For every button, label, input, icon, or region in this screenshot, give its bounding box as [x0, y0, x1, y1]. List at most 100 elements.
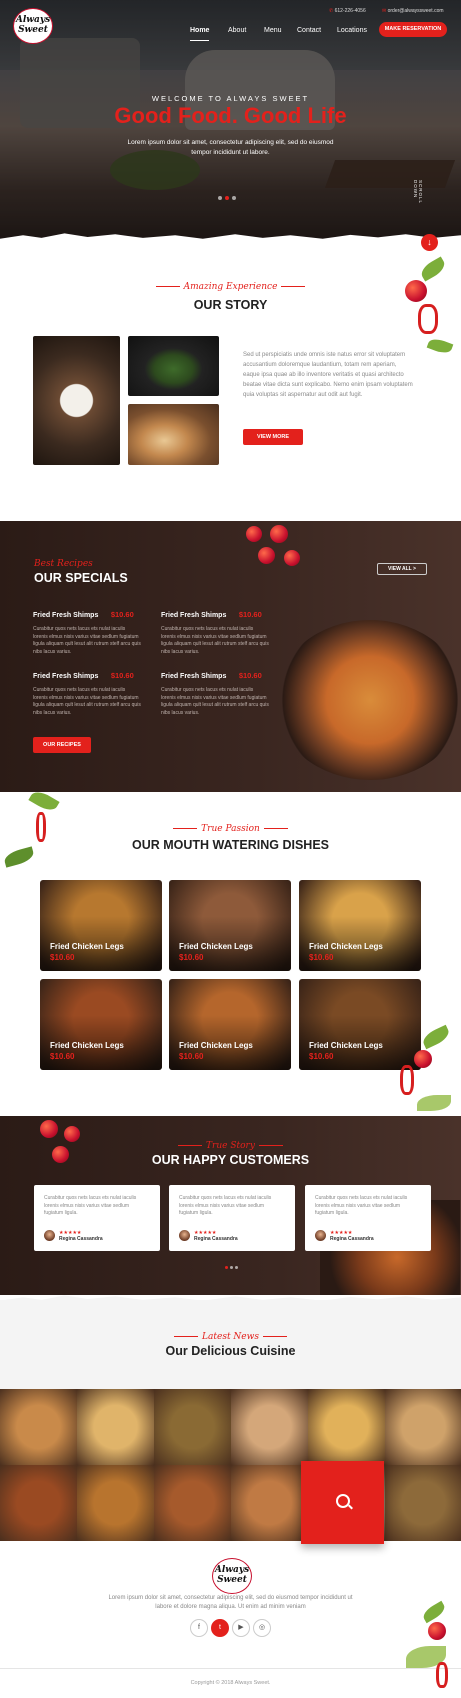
- gallery-tile[interactable]: [77, 1465, 154, 1541]
- reviewer-name: Regina Cassandra: [194, 1236, 238, 1242]
- dish-price: $10.60: [50, 953, 75, 962]
- dishes-script-heading: True Passion: [0, 824, 461, 834]
- gallery-tile[interactable]: [77, 1389, 154, 1465]
- tomato-slice: [428, 1622, 446, 1640]
- hero-dot-3[interactable]: [232, 196, 236, 200]
- make-reservation-button[interactable]: MAKE RESERVATION: [379, 22, 447, 37]
- copyright: Copyright © 2018 Always Sweet.: [190, 1680, 271, 1686]
- dish-card[interactable]: Fried Chicken Legs $10.60: [40, 979, 162, 1070]
- youtube-icon[interactable]: ▶: [232, 1619, 250, 1637]
- review-card: Curabitur quos nets lacus ets nulat iacu…: [169, 1185, 295, 1251]
- avatar: [179, 1230, 190, 1241]
- dish-name: Fried Chicken Legs: [179, 942, 253, 951]
- gallery-tile[interactable]: [385, 1465, 461, 1541]
- footer-logo[interactable]: Always Sweet: [212, 1558, 252, 1594]
- tomato-1: [246, 526, 262, 542]
- dish-price: $10.60: [50, 1052, 75, 1061]
- our-recipes-button[interactable]: OUR RECIPES: [33, 737, 91, 753]
- customers-script-heading: True Story: [0, 1141, 461, 1151]
- gallery-tile[interactable]: [231, 1389, 308, 1465]
- cuisine-title: Our Delicious Cuisine: [165, 1344, 296, 1358]
- hero-subtitle: Lorem ipsum dolor sit amet, consectetur …: [127, 139, 334, 156]
- nav-menu[interactable]: Menu: [264, 27, 282, 34]
- instagram-icon[interactable]: ◎: [253, 1619, 271, 1637]
- special-price: $10.60: [110, 610, 134, 619]
- gallery-tile[interactable]: [154, 1389, 231, 1465]
- special-desc: Curabitur quos nets lacus ets nulat iacu…: [33, 626, 141, 655]
- gallery-tile[interactable]: [154, 1465, 231, 1541]
- pepper-ring: [436, 1662, 448, 1688]
- gallery-tile[interactable]: [231, 1465, 308, 1541]
- facebook-icon[interactable]: f: [190, 1619, 208, 1637]
- special-name: Fried Fresh Shimps: [161, 673, 227, 680]
- special-desc: Curabitur quos nets lacus ets nulat iacu…: [33, 687, 141, 716]
- dish-price: $10.60: [309, 953, 334, 962]
- review-text: Curabitur quos nets lacus ets nulat iacu…: [179, 1195, 272, 1216]
- dish-name: Fried Chicken Legs: [50, 1041, 124, 1050]
- hero-dot-1[interactable]: [218, 196, 222, 200]
- view-all-button[interactable]: VIEW ALL >: [377, 563, 427, 575]
- pepper-ring: [400, 1065, 414, 1095]
- scroll-down-button[interactable]: ↓: [421, 234, 438, 251]
- tomato-4: [284, 550, 300, 566]
- dish-card[interactable]: Fried Chicken Legs $10.60: [169, 979, 291, 1070]
- twitter-icon[interactable]: t: [211, 1619, 229, 1637]
- dish-card[interactable]: Fried Chicken Legs $10.60: [299, 880, 421, 971]
- basil-leaf: [420, 1600, 448, 1624]
- gallery-search-tile[interactable]: [301, 1461, 384, 1544]
- special-price: $10.60: [110, 671, 134, 680]
- basil-leaf: [28, 787, 60, 815]
- nav-locations[interactable]: Locations: [337, 27, 367, 34]
- hero-title: Good Food. Good Life: [114, 103, 347, 128]
- special-item: Fried Fresh Shimps $10.60 Curabitur quos…: [33, 604, 141, 656]
- reviewer-name: Regina Cassandra: [330, 1236, 374, 1242]
- vegetable-decoration-footer: [400, 1600, 460, 1696]
- specials-title: OUR SPECIALS: [34, 571, 128, 585]
- special-item: Fried Fresh Shimps $10.60 Curabitur quos…: [33, 665, 141, 717]
- review-card: Curabitur quos nets lacus ets nulat iacu…: [34, 1185, 160, 1251]
- story-title: OUR STORY: [193, 298, 268, 312]
- dishes-title: OUR MOUTH WATERING DISHES: [132, 838, 329, 852]
- customers-title: OUR HAPPY CUSTOMERS: [151, 1153, 310, 1167]
- nav-about[interactable]: About: [228, 27, 246, 34]
- tomato-2: [270, 525, 288, 543]
- logo-line2: Sweet: [18, 25, 48, 35]
- phone-icon: ✆: [329, 8, 334, 14]
- dish-name: Fried Chicken Legs: [179, 1041, 253, 1050]
- search-icon: [336, 1494, 350, 1508]
- customers-dot-1[interactable]: [225, 1266, 228, 1269]
- review-card: Curabitur quos nets lacus ets nulat iacu…: [305, 1185, 431, 1251]
- customers-dot-3[interactable]: [235, 1266, 238, 1269]
- dish-card[interactable]: Fried Chicken Legs $10.60: [169, 880, 291, 971]
- special-item: Fried Fresh Shimps $10.60 Curabitur quos…: [161, 665, 269, 717]
- logo-line2: Sweet: [217, 1575, 247, 1585]
- dish-name: Fried Chicken Legs: [309, 942, 383, 951]
- nav-contact[interactable]: Contact: [297, 27, 321, 34]
- customers-dot-2[interactable]: [230, 1266, 233, 1269]
- special-price: $10.60: [238, 671, 262, 680]
- special-name: Fried Fresh Shimps: [33, 673, 99, 680]
- gallery-tile[interactable]: [0, 1465, 77, 1541]
- dish-name: Fried Chicken Legs: [50, 942, 124, 951]
- nav-home[interactable]: Home: [190, 27, 210, 41]
- hero-welcome: WELCOME TO ALWAYS SWEET: [151, 94, 310, 103]
- special-name: Fried Fresh Shimps: [161, 612, 227, 619]
- scroll-down-label[interactable]: SCROLL DOWN: [413, 180, 423, 218]
- tomato-3: [258, 547, 275, 564]
- gallery-tile[interactable]: [308, 1389, 385, 1465]
- dish-card[interactable]: Fried Chicken Legs $10.60: [40, 880, 162, 971]
- gallery-tile[interactable]: [0, 1389, 77, 1465]
- logo-line1: Always: [15, 15, 51, 25]
- phone-contact[interactable]: ✆ 612-226-4056: [329, 8, 366, 14]
- basil-leaf-2: [426, 336, 454, 356]
- email-address: order@alwayssweet.com: [387, 8, 444, 14]
- footer-divider: [0, 1668, 461, 1669]
- lettuce-leaf: [417, 1095, 451, 1111]
- basil-leaf: [420, 1024, 452, 1050]
- brand-logo[interactable]: Always Sweet: [13, 8, 53, 44]
- hero-dot-2[interactable]: [225, 196, 229, 200]
- cuisine-gallery: [0, 1389, 461, 1541]
- gallery-tile[interactable]: [385, 1389, 461, 1465]
- email-contact[interactable]: ✉ order@alwayssweet.com: [382, 8, 444, 14]
- view-more-button[interactable]: VIEW MORE: [243, 429, 303, 445]
